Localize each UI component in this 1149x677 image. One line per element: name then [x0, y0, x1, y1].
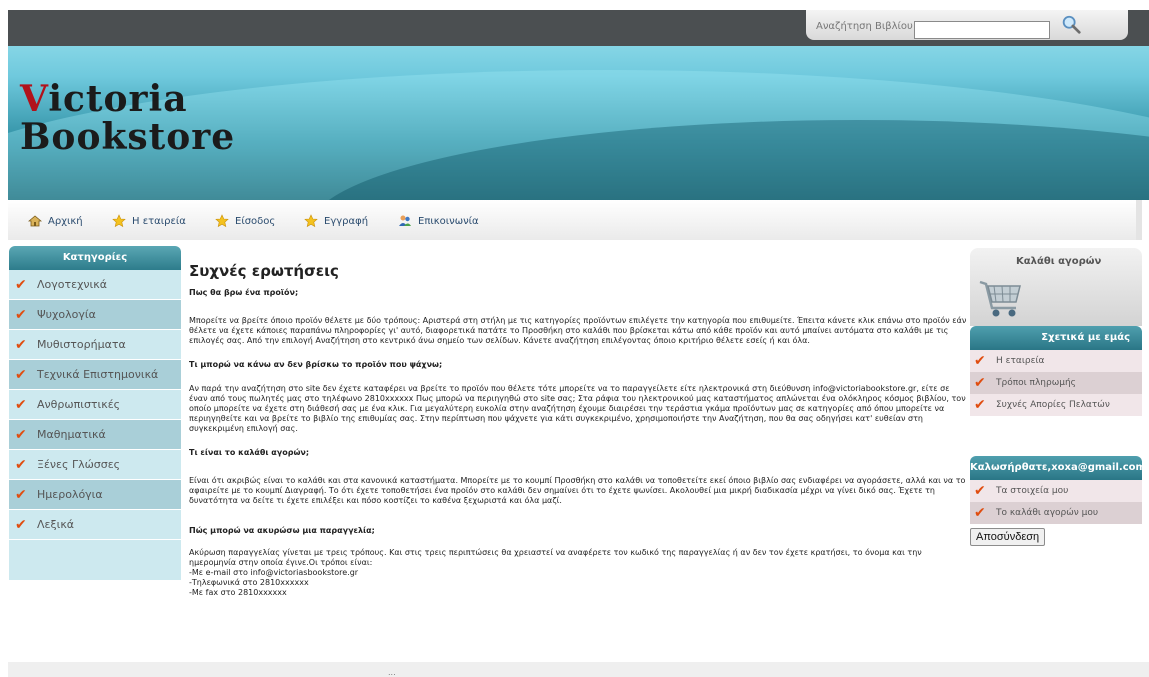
category-item[interactable]: ✔ Ψυχολογία: [9, 300, 181, 330]
about-item[interactable]: ✔ Τρόποι πληρωμής: [970, 372, 1142, 394]
category-label: Ημερολόγια: [37, 488, 103, 501]
categories-list: ✔ Λογοτεχνικά ✔ Ψυχολογία ✔ Μυθιστορήματα ✔…: [9, 270, 181, 540]
nav-login[interactable]: Είσοδος: [215, 214, 275, 228]
nav-label: Αρχική: [48, 215, 83, 227]
check-icon: ✔: [15, 516, 27, 533]
right-sidebar: Καλάθι αγορών Σχετικά με εμάς ✔ Η εταιρεί…: [970, 248, 1142, 546]
category-label: Ξένες Γλώσσες: [37, 458, 121, 471]
category-label: Λεξικά: [37, 518, 75, 531]
category-label: Τεχνικά Επιστημονικά: [37, 368, 159, 381]
category-item[interactable]: ✔ Ημερολόγια: [9, 480, 181, 510]
check-icon: ✔: [974, 505, 986, 521]
user-menu: ✔ Τα στοιχεία μου ✔ Το καλάθι αγορών μου: [970, 480, 1142, 524]
footer-text: ...: [388, 668, 396, 677]
user-menu-label: Τα στοιχεία μου: [996, 486, 1069, 496]
check-icon: ✔: [974, 483, 986, 499]
logo-line2: Bookstore: [20, 116, 236, 158]
category-item[interactable]: ✔ Λογοτεχνικά: [9, 270, 181, 300]
page-title: Συχνές ερωτήσεις: [189, 262, 339, 280]
about-item-label: Η εταιρεία: [996, 356, 1045, 366]
category-item[interactable]: ✔ Μαθηματικά: [9, 420, 181, 450]
category-label: Μυθιστορήματα: [37, 338, 126, 351]
check-icon: ✔: [974, 375, 986, 391]
home-icon: [28, 215, 42, 227]
category-item[interactable]: ✔ Τεχνικά Επιστημονικά: [9, 360, 181, 390]
star-icon: [112, 214, 126, 228]
contact-icon: [399, 215, 411, 226]
nav-label: Η εταιρεία: [132, 215, 186, 227]
faq-question: Πώς μπορώ να ακυρώσω μια παραγγελία;: [189, 526, 375, 535]
main-nav: Αρχική Η εταιρεία Είσοδος Εγγραφή Επικοι…: [8, 200, 1142, 240]
category-label: Ψυχολογία: [37, 308, 96, 321]
nav-company[interactable]: Η εταιρεία: [112, 214, 186, 228]
user-menu-item[interactable]: ✔ Τα στοιχεία μου: [970, 480, 1142, 502]
nav-label: Επικοινωνία: [418, 215, 479, 227]
search-icon[interactable]: [1060, 14, 1082, 36]
site-logo[interactable]: Victoria Bookstore: [20, 80, 235, 156]
faq-question: Πως θα βρω ένα προϊόν;: [189, 288, 299, 297]
logo-line1: ictoria: [48, 78, 188, 120]
categories-title: Κατηγορίες: [9, 246, 181, 270]
category-label: Λογοτεχνικά: [37, 278, 108, 291]
nav-home[interactable]: Αρχική: [28, 214, 83, 228]
star-icon: [215, 214, 229, 228]
check-icon: ✔: [15, 276, 27, 293]
categories-sidebar: Κατηγορίες ✔ Λογοτεχνικά ✔ Ψυχολογία ✔ Μυθι…: [9, 246, 181, 580]
about-item-label: Συχνές Απορίες Πελατών: [996, 400, 1110, 410]
search-box: Αναζήτηση Βιβλίου: [806, 10, 1128, 40]
check-icon: ✔: [974, 353, 986, 369]
faq-answer: Ακύρωση παραγγελίας γίνεται με τρεις τρό…: [189, 548, 922, 597]
top-strip: [0, 0, 1149, 10]
about-item[interactable]: ✔ Συχνές Απορίες Πελατών: [970, 394, 1142, 416]
check-icon: ✔: [15, 306, 27, 323]
faq-answer: Μπορείτε να βρείτε όποιο προϊόν θέλετε μ…: [189, 316, 967, 345]
check-icon: ✔: [15, 336, 27, 353]
nav-label: Είσοδος: [235, 215, 276, 227]
check-icon: ✔: [15, 396, 27, 413]
cart-title: Καλάθι αγορών: [1016, 256, 1102, 267]
nav-register[interactable]: Εγγραφή: [304, 214, 368, 228]
category-item[interactable]: ✔ Ξένες Γλώσσες: [9, 450, 181, 480]
logout-button[interactable]: Αποσύνδεση: [970, 528, 1046, 546]
category-label: Ανθρωπιστικές: [37, 398, 121, 411]
user-welcome: Καλωσήρθατε,xoxa@gmail.com: [970, 456, 1142, 480]
faq-answer: Είναι ότι ακριβώς είναι το καλάθι και στ…: [189, 476, 966, 505]
about-title: Σχετικά με εμάς: [970, 326, 1142, 350]
faq-question: Τι είναι το καλάθι αγορών;: [189, 448, 310, 457]
nav-contact[interactable]: Επικοινωνία: [398, 214, 479, 228]
about-list: ✔ Η εταιρεία ✔ Τρόποι πληρωμής ✔ Συχνές Απο…: [970, 350, 1142, 416]
faq-question: Τι μπορώ να κάνω αν δεν βρίσκω το προϊόν…: [189, 360, 443, 369]
category-item[interactable]: ✔ Μυθιστορήματα: [9, 330, 181, 360]
faq-content: Συχνές ερωτήσεις Πως θα βρω ένα προϊόν; …: [189, 262, 967, 608]
check-icon: ✔: [15, 486, 27, 503]
about-item-label: Τρόποι πληρωμής: [996, 378, 1076, 388]
user-menu-label: Το καλάθι αγορών μου: [996, 508, 1099, 518]
user-menu-item[interactable]: ✔ Το καλάθι αγορών μου: [970, 502, 1142, 524]
search-label: Αναζήτηση Βιβλίου: [816, 21, 913, 32]
about-item[interactable]: ✔ Η εταιρεία: [970, 350, 1142, 372]
shopping-cart-icon: [979, 280, 1021, 317]
star-icon: [304, 214, 318, 228]
cart-widget[interactable]: Καλάθι αγορών: [970, 248, 1142, 326]
category-item[interactable]: ✔ Ανθρωπιστικές: [9, 390, 181, 420]
nav-label: Εγγραφή: [324, 215, 369, 227]
check-icon: ✔: [15, 456, 27, 473]
category-item[interactable]: ✔ Λεξικά: [9, 510, 181, 540]
search-input[interactable]: [914, 21, 1050, 39]
footer: ...: [8, 662, 1149, 677]
faq-answer: Αν παρά την αναζήτηση στο site δεν έχετε…: [189, 384, 966, 433]
logo-initial: V: [20, 78, 49, 120]
category-label: Μαθηματικά: [37, 428, 106, 441]
categories-filler: [9, 540, 181, 580]
check-icon: ✔: [974, 397, 986, 413]
check-icon: ✔: [15, 366, 27, 383]
check-icon: ✔: [15, 426, 27, 443]
